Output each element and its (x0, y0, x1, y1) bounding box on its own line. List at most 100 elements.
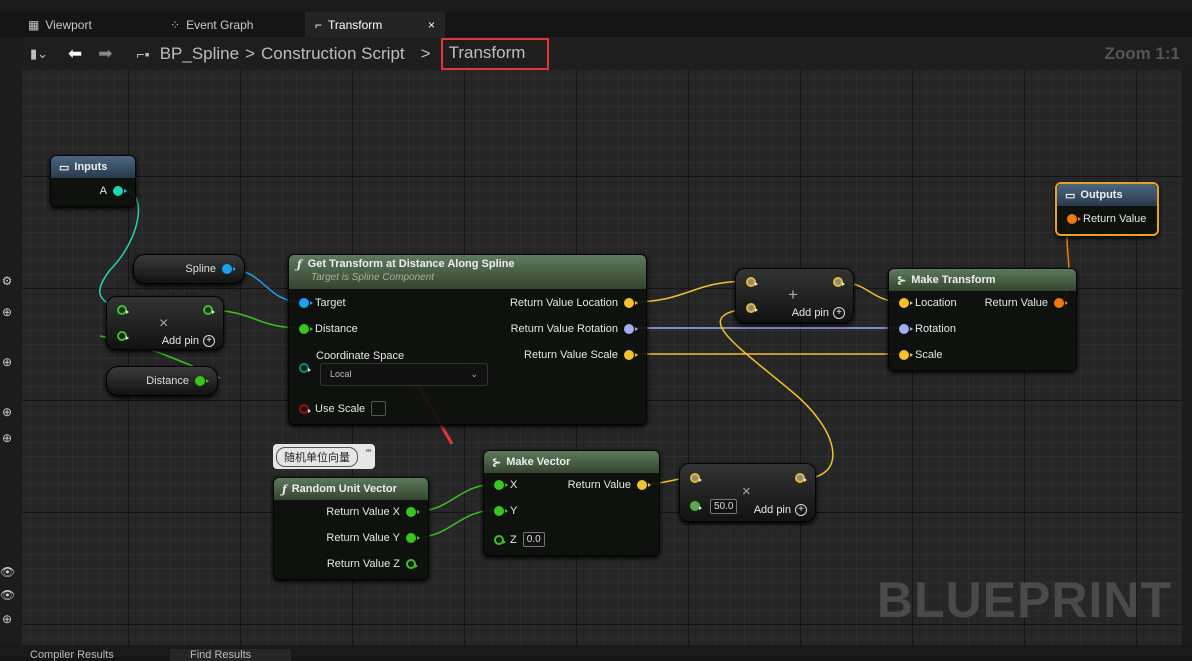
zoom-level: Zoom 1:1 (1104, 43, 1180, 63)
pin-return-value[interactable] (1067, 214, 1081, 224)
multiply-node[interactable]: 50.0 × Add pin + (679, 463, 816, 522)
pin-output[interactable] (833, 277, 845, 287)
function-icon: ⌐▪ (136, 45, 150, 62)
plus-circle-icon: + (795, 504, 807, 516)
pin-return-value[interactable] (1054, 298, 1068, 308)
pin-y[interactable] (494, 506, 508, 516)
pin-distance[interactable] (299, 324, 313, 334)
outputs-node[interactable]: ▭ Outputs Return Value (1055, 182, 1159, 236)
node-subtitle: Target is Spline Component (311, 272, 435, 283)
inputs-node[interactable]: ▭ Inputs A (50, 155, 136, 207)
pin-z[interactable] (494, 534, 506, 545)
title-strip (0, 0, 1192, 12)
make-transform-node[interactable]: ⊱ Make Transform Location Rotation Scale … (888, 268, 1077, 371)
event-graph-icon: ⁘ (170, 17, 181, 32)
tab-bar: ▦ Viewport ⁘ Event Graph ⌐ Transform × (0, 12, 1192, 37)
bookmark-icon[interactable]: ▮⌄ (30, 46, 48, 62)
pin-rotation[interactable] (899, 324, 913, 334)
pin-output[interactable] (795, 473, 807, 483)
add-icon[interactable]: ⊕ (0, 355, 14, 369)
pin-spline[interactable] (222, 264, 236, 274)
get-transform-node[interactable]: ƒ Get Transform at Distance Along Spline … (288, 254, 647, 425)
tab-compiler-results[interactable]: Compiler Results (30, 649, 114, 661)
function-icon: ƒ (282, 482, 287, 496)
make-struct-icon: ⊱ (492, 456, 502, 469)
operator-symbol: × (742, 483, 751, 500)
tab-transform[interactable]: ⌐ Transform × (305, 12, 445, 37)
pin-input[interactable] (690, 501, 702, 511)
bottom-panel-tabs: Compiler Results Find Results (0, 645, 1192, 661)
multiplier-input[interactable]: 50.0 (710, 499, 738, 514)
pin-return-scale[interactable] (624, 350, 638, 360)
pin-output[interactable] (203, 305, 215, 315)
pin-scale[interactable] (899, 350, 913, 360)
pin-comment-icon[interactable]: ⇹ (365, 446, 372, 455)
tab-viewport[interactable]: ▦ Viewport (18, 12, 158, 37)
breadcrumb-separator: > (420, 43, 431, 63)
tab-find-results[interactable]: Find Results (170, 649, 292, 661)
pin-return-z[interactable] (406, 559, 418, 569)
pin-target[interactable] (299, 298, 313, 308)
chevron-down-icon: ⌄ (470, 369, 478, 379)
add-pin-button[interactable]: Add pin + (162, 335, 215, 347)
add-icon[interactable]: ⊕ (0, 305, 14, 319)
breadcrumb-item[interactable]: BP_Spline (160, 44, 239, 64)
add-pin-button[interactable]: Add pin + (754, 504, 807, 516)
pin-label: Spline (185, 263, 216, 275)
add-icon[interactable]: ⊕ (0, 431, 14, 445)
add-pin-button[interactable]: Add pin + (792, 307, 845, 319)
function-icon: ⌐ (315, 17, 323, 32)
close-tab-button[interactable]: × (428, 18, 435, 32)
pin-input[interactable] (117, 305, 129, 315)
pin-use-scale[interactable] (299, 403, 311, 414)
left-toolbar: ⚙ ⊕ ⊕ ⊕ ⊕ 👁 👁 ⊕ (0, 37, 22, 645)
function-icon: ƒ (297, 258, 302, 271)
pin-coordinate-space[interactable] (299, 363, 311, 373)
pin-return-rotation[interactable] (624, 324, 638, 334)
struct-icon: ▭ (1065, 189, 1076, 202)
gear-icon[interactable]: ⚙ (0, 274, 14, 288)
blueprint-watermark: BLUEPRINT (876, 572, 1172, 628)
plus-circle-icon: + (203, 335, 215, 347)
operator-symbol: + (788, 285, 798, 304)
plus-circle-icon: + (833, 307, 845, 319)
pin-return-value[interactable] (637, 480, 651, 490)
pin-input[interactable] (746, 277, 758, 287)
random-unit-vector-node[interactable]: ƒ Random Unit Vector Return Value X Retur… (273, 477, 429, 580)
struct-icon: ▭ (59, 161, 70, 174)
breadcrumb-separator: > (245, 43, 256, 63)
pin-input[interactable] (690, 473, 702, 483)
breadcrumb-item-current[interactable]: Transform (440, 37, 550, 70)
distance-variable-node[interactable]: Distance (106, 366, 218, 396)
pin-return-location[interactable] (624, 298, 638, 308)
spline-variable-node[interactable]: Spline (133, 254, 245, 284)
viewport-icon: ▦ (28, 17, 40, 32)
right-scrollbar[interactable] (1182, 70, 1192, 645)
use-scale-checkbox[interactable] (371, 401, 387, 416)
forward-arrow-icon[interactable]: ➡ (98, 44, 112, 64)
make-struct-icon: ⊱ (897, 274, 907, 287)
eye-icon[interactable]: 👁 (0, 588, 15, 602)
pin-a[interactable] (113, 186, 127, 196)
pin-input[interactable] (117, 331, 129, 341)
breadcrumb-item[interactable]: Construction Script (261, 44, 405, 64)
comment-bubble[interactable]: 随机单位向量 ⇹ (273, 444, 375, 469)
comment-text: 随机单位向量 (276, 447, 358, 467)
tab-event-graph[interactable]: ⁘ Event Graph (160, 12, 305, 37)
add-node[interactable]: + Add pin + (735, 268, 854, 323)
z-value-input[interactable]: 0.0 (522, 532, 545, 547)
pin-distance[interactable] (195, 376, 209, 386)
pin-x[interactable] (494, 480, 508, 490)
pin-return-x[interactable] (406, 507, 420, 517)
eye-icon[interactable]: 👁 (0, 565, 15, 579)
back-arrow-icon[interactable]: ⬅ (68, 44, 82, 64)
pin-return-y[interactable] (406, 533, 420, 543)
add-icon[interactable]: ⊕ (0, 612, 14, 626)
pin-input[interactable] (746, 303, 758, 313)
operator-symbol: × (159, 315, 169, 332)
add-icon[interactable]: ⊕ (0, 405, 14, 419)
coordinate-space-dropdown[interactable]: Local ⌄ (320, 363, 488, 386)
subtract-node[interactable]: × Add pin + (106, 296, 224, 350)
make-vector-node[interactable]: ⊱ Make Vector X Y Z 0.0 Return Value (483, 450, 660, 556)
pin-location[interactable] (899, 298, 913, 308)
